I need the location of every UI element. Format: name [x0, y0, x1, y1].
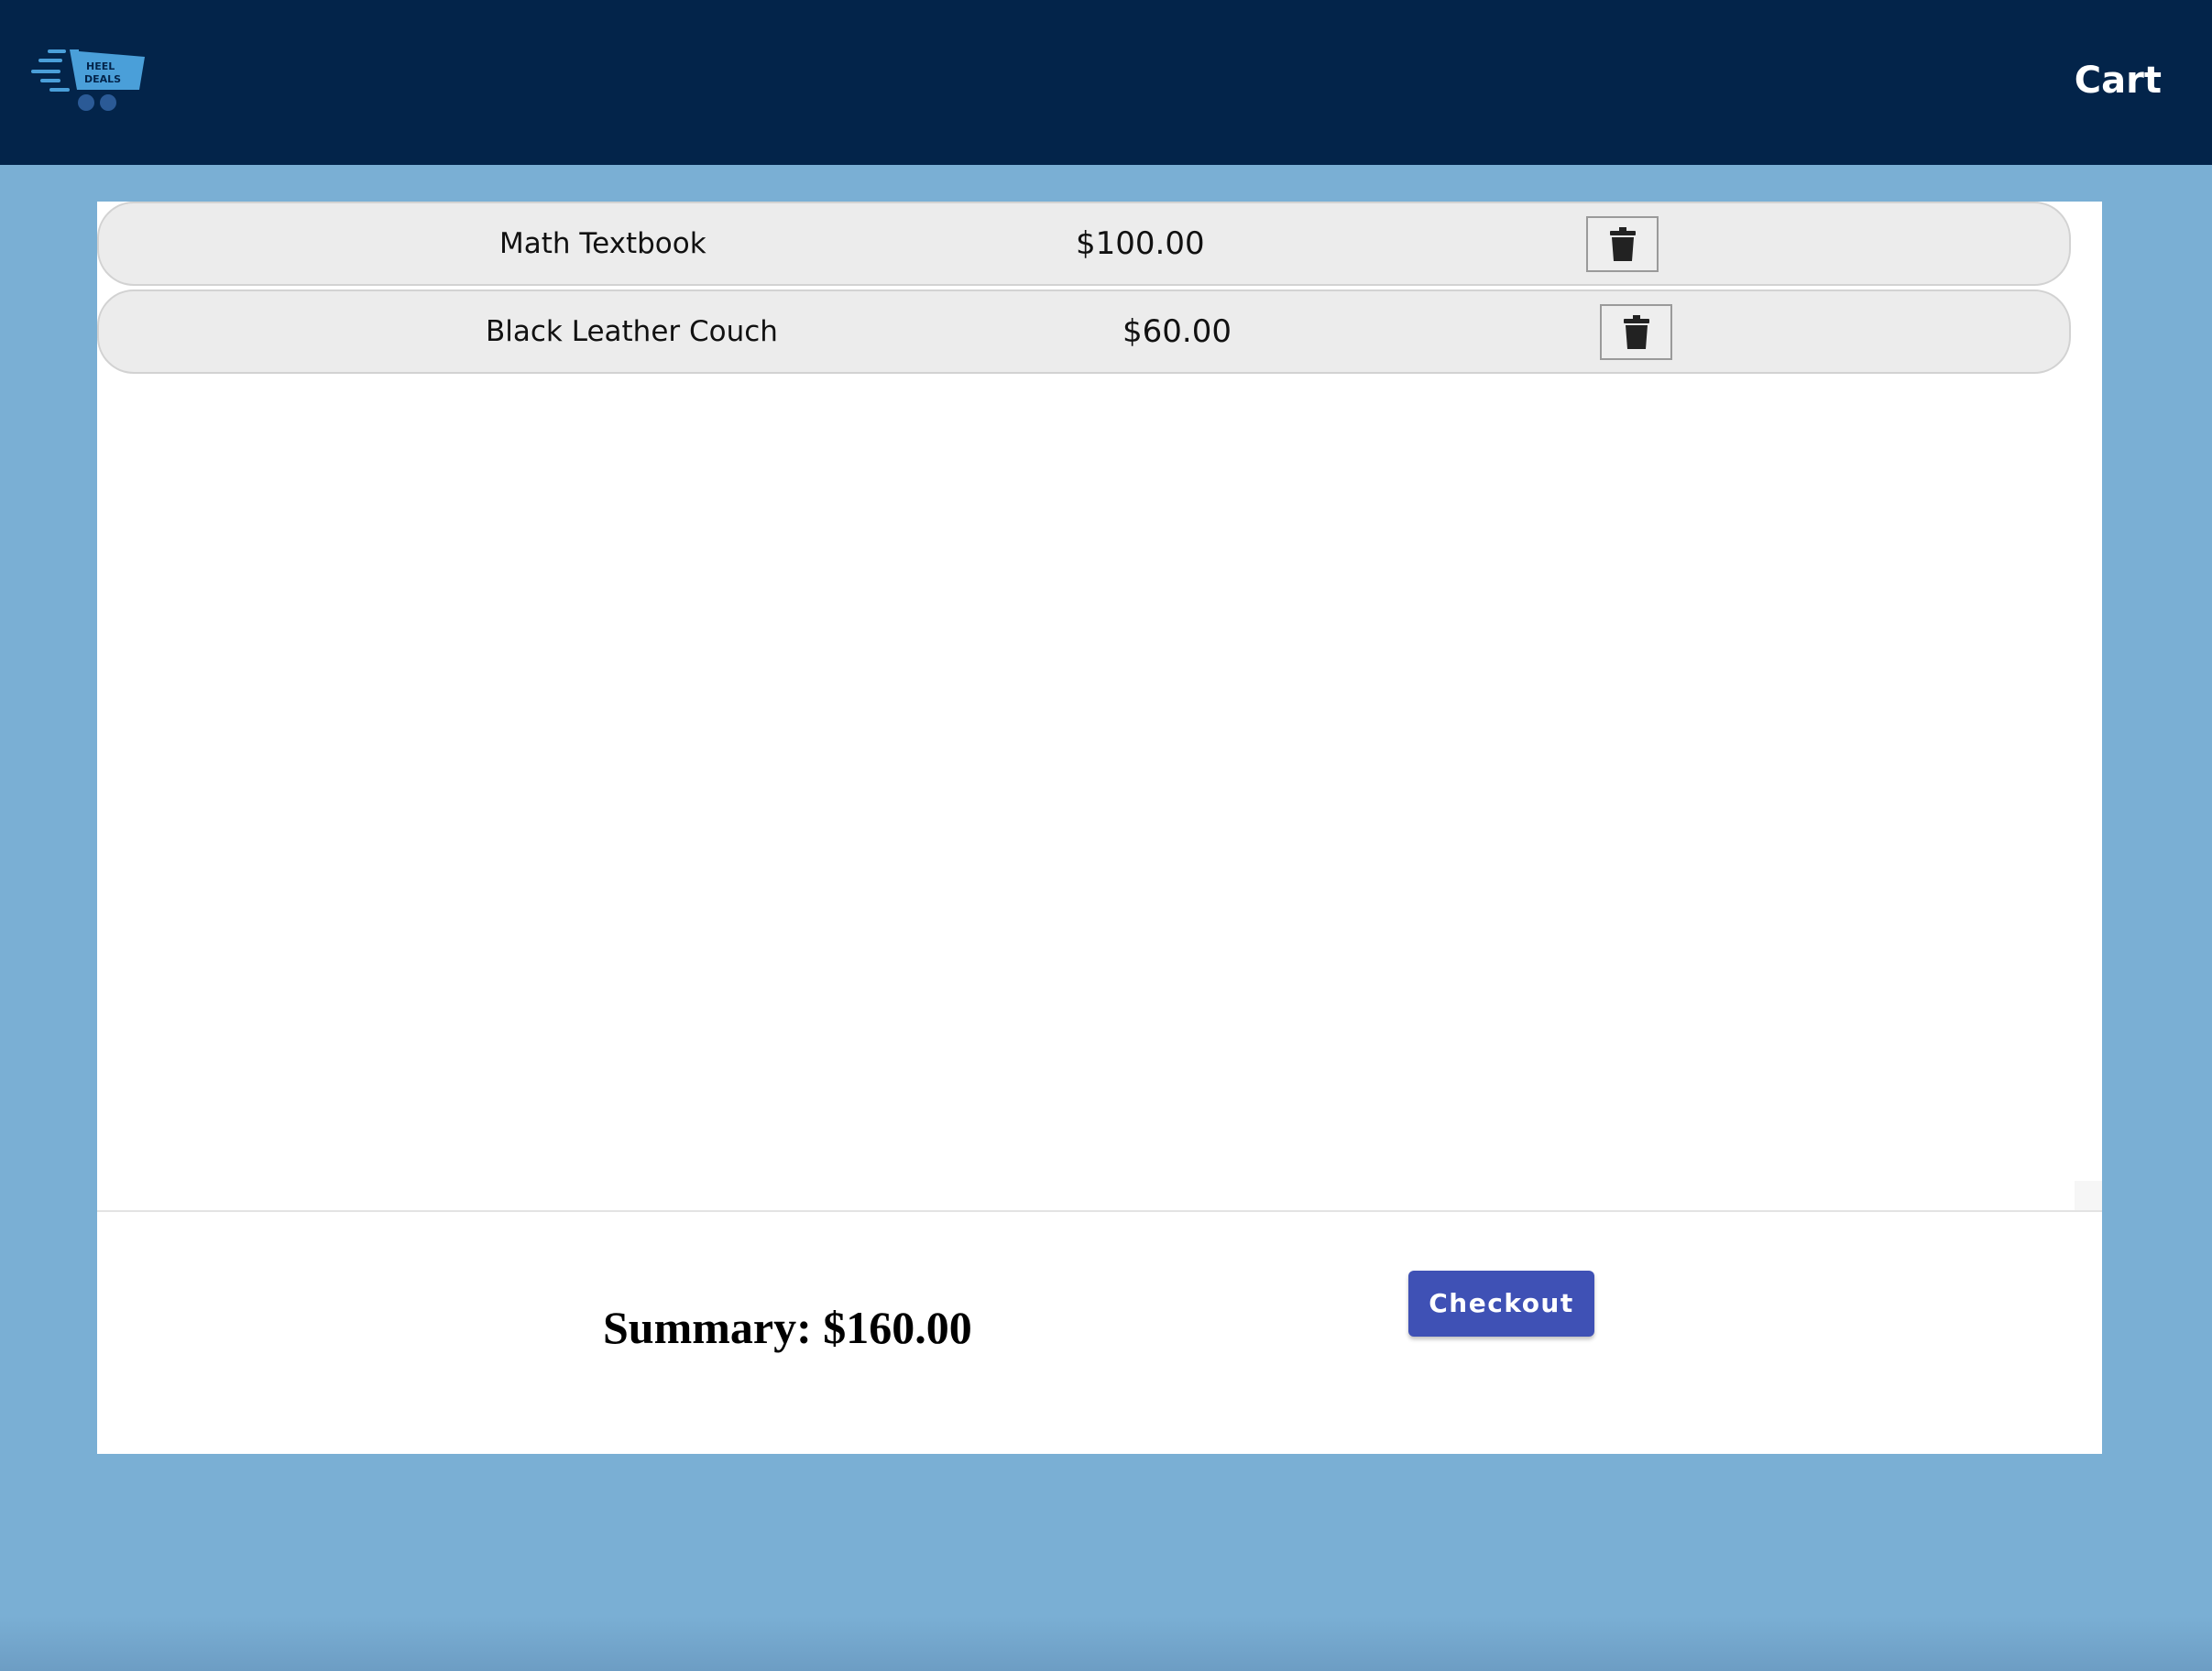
trash-icon	[1624, 315, 1649, 349]
item-name: Math Textbook	[499, 227, 706, 260]
item-name: Black Leather Couch	[486, 315, 778, 348]
cart-item-row: Black Leather Couch $60.00	[97, 289, 2071, 374]
cart-summary-total: Summary: $160.00	[603, 1302, 972, 1353]
svg-text:HEEL: HEEL	[86, 60, 115, 72]
page-title: Cart	[2074, 60, 2162, 102]
checkout-button[interactable]: Checkout	[1408, 1271, 1594, 1337]
svg-text:DEALS: DEALS	[84, 73, 121, 85]
cart-item-row: Math Textbook $100.00	[97, 202, 2071, 286]
trash-icon	[1610, 227, 1636, 261]
scrollbar-corner	[2075, 1181, 2102, 1210]
heel-deals-logo[interactable]: HEEL DEALS	[31, 44, 145, 117]
item-price: $100.00	[1076, 225, 1205, 262]
item-price: $60.00	[1122, 313, 1232, 350]
top-app-bar: HEEL DEALS Cart	[0, 0, 2212, 165]
cart-panel: Math Textbook $100.00 Black Leather Couc…	[97, 202, 2102, 1454]
delete-item-button[interactable]	[1586, 216, 1659, 272]
bottom-shadow	[0, 1616, 2212, 1671]
divider	[97, 1210, 2102, 1212]
cart-item-list: Math Textbook $100.00 Black Leather Couc…	[97, 202, 2102, 1210]
delete-item-button[interactable]	[1600, 304, 1672, 360]
